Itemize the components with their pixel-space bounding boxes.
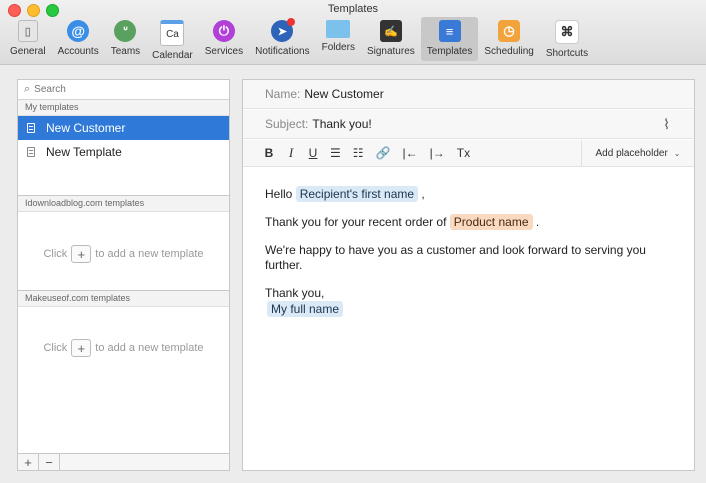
template-item-label: New Customer [46,121,126,135]
templates-icon: ≡ [438,20,461,42]
placeholder-token-product-name[interactable]: Product name [449,214,533,230]
italic-button[interactable]: I [286,145,296,161]
document-icon [27,123,35,133]
subject-label: Subject: [265,117,309,131]
attachment-icon[interactable]: ⌇ [663,116,670,133]
bold-button[interactable]: B [264,146,274,160]
tab-signatures-label: Signatures [366,46,415,57]
tab-teams-label: Teams [110,46,141,57]
tab-templates[interactable]: ≡ Templates [420,17,479,61]
document-icon [27,147,35,157]
body-line-signoff: Thank you, [265,286,325,300]
hint-prefix: Click [43,342,68,354]
tab-templates-label: Templates [426,46,473,57]
scheduling-icon: ◷ [498,20,521,42]
search-input[interactable] [34,84,205,95]
indent-icon[interactable]: |→ [430,146,445,160]
template-body[interactable]: Hello Recipient's first name , Thank you… [265,186,675,317]
template-item-new-customer[interactable]: New Customer [18,116,229,140]
bullet-list-icon[interactable]: ☰ [330,146,341,160]
tab-general-label: General [10,46,46,57]
tab-general[interactable]: ▯ General [4,17,52,61]
hint-prefix: Click [43,248,68,260]
add-template-inline-button[interactable]: + [71,245,92,263]
name-field[interactable]: Name: New Customer [243,80,694,109]
body-line-signature: My full name [265,301,675,317]
add-template-hint-2: Click + to add a new template [18,339,229,357]
tab-accounts[interactable]: @ Accounts [52,17,105,61]
tab-scheduling[interactable]: ◷ Scheduling [478,17,539,61]
tab-notifications-label: Notifications [255,46,310,57]
tab-teams[interactable]: ᐡ Teams [105,17,146,61]
link-icon[interactable]: 🔗 [376,146,391,160]
chevron-down-icon: ⌄ [673,148,681,158]
tab-folders[interactable]: Folders [316,17,361,61]
calendar-icon: Ca [160,20,185,46]
tab-folders-label: Folders [321,42,355,53]
window-toolbar: Templates ▯ General @ Accounts ᐡ Teams C… [0,0,706,65]
numbered-list-icon[interactable]: ☷ [353,146,364,160]
tab-services[interactable]: ⏻ Services [199,17,249,61]
sidebar-footer: + − [18,453,229,470]
tab-accounts-label: Accounts [57,46,99,57]
add-template-inline-button[interactable]: + [71,339,92,357]
add-placeholder-dropdown[interactable]: Add placeholder ⌄ [581,140,694,166]
tab-calendar-label: Calendar [152,50,193,61]
idownloadblog-templates-section: Idownloadblog.com templates [18,196,229,212]
search-icon: ⌕ [24,83,31,95]
shortcuts-icon: ⌘ [554,20,579,44]
add-template-hint-1: Click + to add a new template [18,245,229,263]
add-placeholder-label: Add placeholder [595,147,668,159]
tab-services-label: Services [204,46,244,57]
placeholder-token-full-name[interactable]: My full name [267,301,344,317]
section-header-makeuseof: Makeuseof.com templates [18,291,229,307]
template-item-label: New Template [46,145,122,159]
name-value[interactable]: New Customer [304,87,383,101]
subject-value[interactable]: Thank you! [312,117,371,131]
body-line-thanks-message: We're happy to have you as a customer an… [265,243,646,272]
folders-icon [326,20,351,38]
tab-scheduling-label: Scheduling [484,46,534,57]
signatures-icon: ✍ [379,20,402,42]
remove-template-button[interactable]: − [39,454,60,470]
body-line-order: Thank you for your recent order of Produ… [265,214,540,230]
body-line-greeting: Hello Recipient's first name , [265,186,425,202]
tab-notifications[interactable]: ➤ Notifications [249,17,315,61]
tab-shortcuts[interactable]: ⌘ Shortcuts [540,17,594,61]
services-icon: ⏻ [212,20,235,42]
template-editor: Name: New Customer Subject: Thank you! ⌇… [242,79,695,471]
name-label: Name: [265,87,301,101]
hint-suffix: to add a new template [95,342,204,354]
add-template-button[interactable]: + [18,454,39,470]
templates-sidebar: ⌕ My templates New Customer New Template… [17,79,230,471]
hint-suffix: to add a new template [95,248,204,260]
template-item-new-template[interactable]: New Template [18,140,229,164]
tab-shortcuts-label: Shortcuts [545,48,589,59]
preferences-toolbar: ▯ General @ Accounts ᐡ Teams Ca Calendar… [4,17,594,61]
subject-field[interactable]: Subject: Thank you! ⌇ [243,110,694,139]
placeholder-token-first-name[interactable]: Recipient's first name [295,186,419,202]
formatting-toolbar: B I U ☰ ☷ 🔗 |← |→ Tx Add placeholder ⌄ [243,140,694,167]
section-header-my-templates: My templates [18,100,229,116]
section-header-idownloadblog: Idownloadblog.com templates [18,196,229,212]
notifications-icon: ➤ [271,18,296,42]
general-icon: ▯ [17,20,38,42]
makeuseof-templates-section: Makeuseof.com templates [18,291,229,307]
underline-button[interactable]: U [308,146,318,160]
outdent-icon[interactable]: |← [402,146,417,160]
my-templates-section: My templates New Customer New Template [18,100,229,164]
teams-icon: ᐡ [114,20,137,42]
tab-calendar[interactable]: Ca Calendar [146,17,199,61]
clear-formatting-icon[interactable]: Tx [457,146,470,160]
search-bar: ⌕ [18,80,229,100]
tab-signatures[interactable]: ✍ Signatures [361,17,421,61]
window-title: Templates [327,3,379,15]
accounts-icon: @ [67,20,90,42]
